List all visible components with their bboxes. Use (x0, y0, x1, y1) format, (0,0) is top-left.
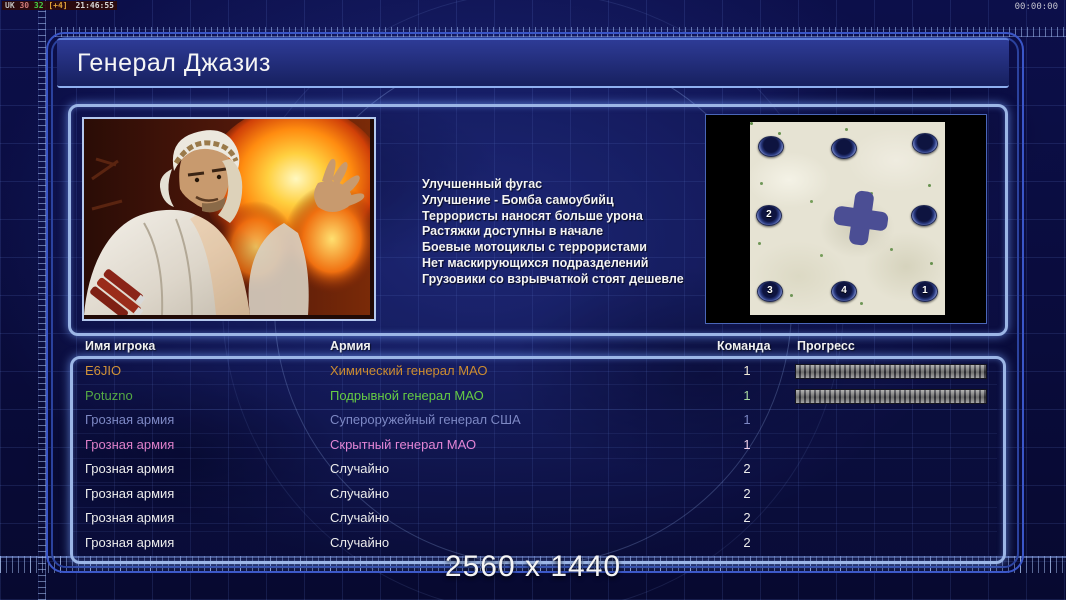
loading-screen: UK 30 32 [+4] 21:46:55 00:00:00 Генерал … (0, 0, 1066, 600)
general-portrait (82, 117, 376, 321)
table-row: Грозная армия Случайно 2 (73, 506, 997, 532)
start-position-marker (911, 133, 938, 155)
general-portrait-image (84, 119, 370, 315)
network-stat: 30 (19, 1, 34, 10)
player-team: 2 (743, 510, 751, 525)
table-row: Грозная армия Скрытный генерал МАО 1 (73, 433, 997, 459)
ruler-left (38, 0, 46, 600)
start-position-marker: 3 (756, 280, 783, 302)
col-header-progress: Прогресс (797, 339, 855, 353)
minimap: 2 3 4 1 (750, 122, 945, 315)
col-header-army: Армия (330, 339, 371, 353)
player-progress-bar (795, 388, 987, 404)
player-team: 1 (743, 363, 751, 378)
player-army: Химический генерал МАО (330, 363, 488, 378)
start-position-marker (910, 204, 937, 226)
resolution-watermark: 2560 x 1440 (444, 550, 622, 583)
network-stats-overlay: UK 30 32 [+4] 21:46:55 (2, 1, 117, 10)
bonus-line: Улучшенный фугас (422, 177, 543, 191)
player-progress-bar (795, 364, 987, 379)
player-army: Скрытный генерал МАО (330, 436, 477, 452)
network-stat: [+4] (48, 1, 73, 10)
minimap-pond (830, 188, 891, 249)
title-bar: Генерал Джазиз (57, 38, 1009, 88)
player-team: 1 (743, 387, 751, 403)
table-row: Е6JIO Химический генерал МАО 1 (73, 359, 997, 385)
player-name: Potuzno (85, 387, 133, 403)
minimap-trees (750, 122, 753, 125)
bonus-line: Улучшение - Бомба самоубийц (422, 192, 614, 207)
start-position-marker: 2 (755, 204, 782, 226)
player-team: 1 (743, 436, 751, 452)
game-timer: 00:00:00 (1014, 2, 1058, 12)
col-header-team: Команда (717, 339, 771, 353)
player-name: Грозная армия (85, 461, 175, 476)
start-position-number: 4 (841, 285, 847, 297)
player-army: Случайно (330, 534, 390, 550)
bonus-line: Растяжки доступны в начале (422, 224, 604, 239)
start-position-number: 1 (922, 285, 928, 297)
bonus-line: Террористы наносят больше урона (422, 208, 643, 223)
start-position-number: 3 (767, 285, 773, 297)
player-team: 1 (743, 412, 751, 427)
start-position-marker (831, 138, 857, 160)
network-stat: UK (5, 1, 20, 10)
player-name: Грозная армия (85, 412, 175, 427)
col-header-player: Имя игрока (85, 339, 156, 353)
player-army: Случайно (330, 510, 390, 525)
player-team: 2 (743, 534, 751, 550)
start-position-marker (758, 136, 785, 158)
player-name: Грозная армия (85, 485, 175, 501)
player-team: 2 (743, 485, 751, 501)
table-row: Грозная армия Супероружейный генерал США… (73, 408, 997, 434)
bonus-line: Грузовики со взрывчаткой стоят дешевле (422, 271, 684, 286)
table-row: Грозная армия Случайно 2 (73, 457, 997, 483)
network-stat: 32 (33, 1, 49, 10)
player-army: Подрывной генерал МАО (330, 387, 484, 403)
page-title: Генерал Джазиз (77, 49, 271, 77)
start-position-number: 2 (766, 209, 772, 221)
player-name: Грозная армия (85, 510, 175, 525)
player-name: Грозная армия (85, 534, 175, 550)
start-position-marker: 4 (831, 280, 857, 302)
table-row: Грозная армия Случайно 2 (73, 482, 997, 508)
bonus-line: Нет маскирующихся подразделений (422, 255, 649, 270)
player-name: Грозная армия (85, 436, 175, 452)
minimap-panel: 2 3 4 1 (705, 114, 987, 324)
network-stats-values: UK 30 32 [+4] (5, 1, 72, 10)
start-position-marker: 1 (911, 280, 938, 302)
player-name: Е6JIO (85, 363, 122, 378)
general-bonus-list: Улучшенный фугас Улучшение - Бомба самоуб… (422, 177, 684, 288)
bonus-line: Боевые мотоциклы с террористами (422, 240, 647, 255)
player-table-rows: Е6JIO Химический генерал МАО 1 Potuzno П… (73, 359, 997, 557)
player-army: Супероружейный генерал США (330, 412, 521, 427)
player-team: 2 (743, 461, 751, 476)
table-row: Potuzno Подрывной генерал МАО 1 (73, 384, 997, 410)
player-army: Случайно (330, 485, 390, 501)
session-time: 21:46:55 (75, 1, 114, 10)
player-army: Случайно (330, 461, 390, 476)
